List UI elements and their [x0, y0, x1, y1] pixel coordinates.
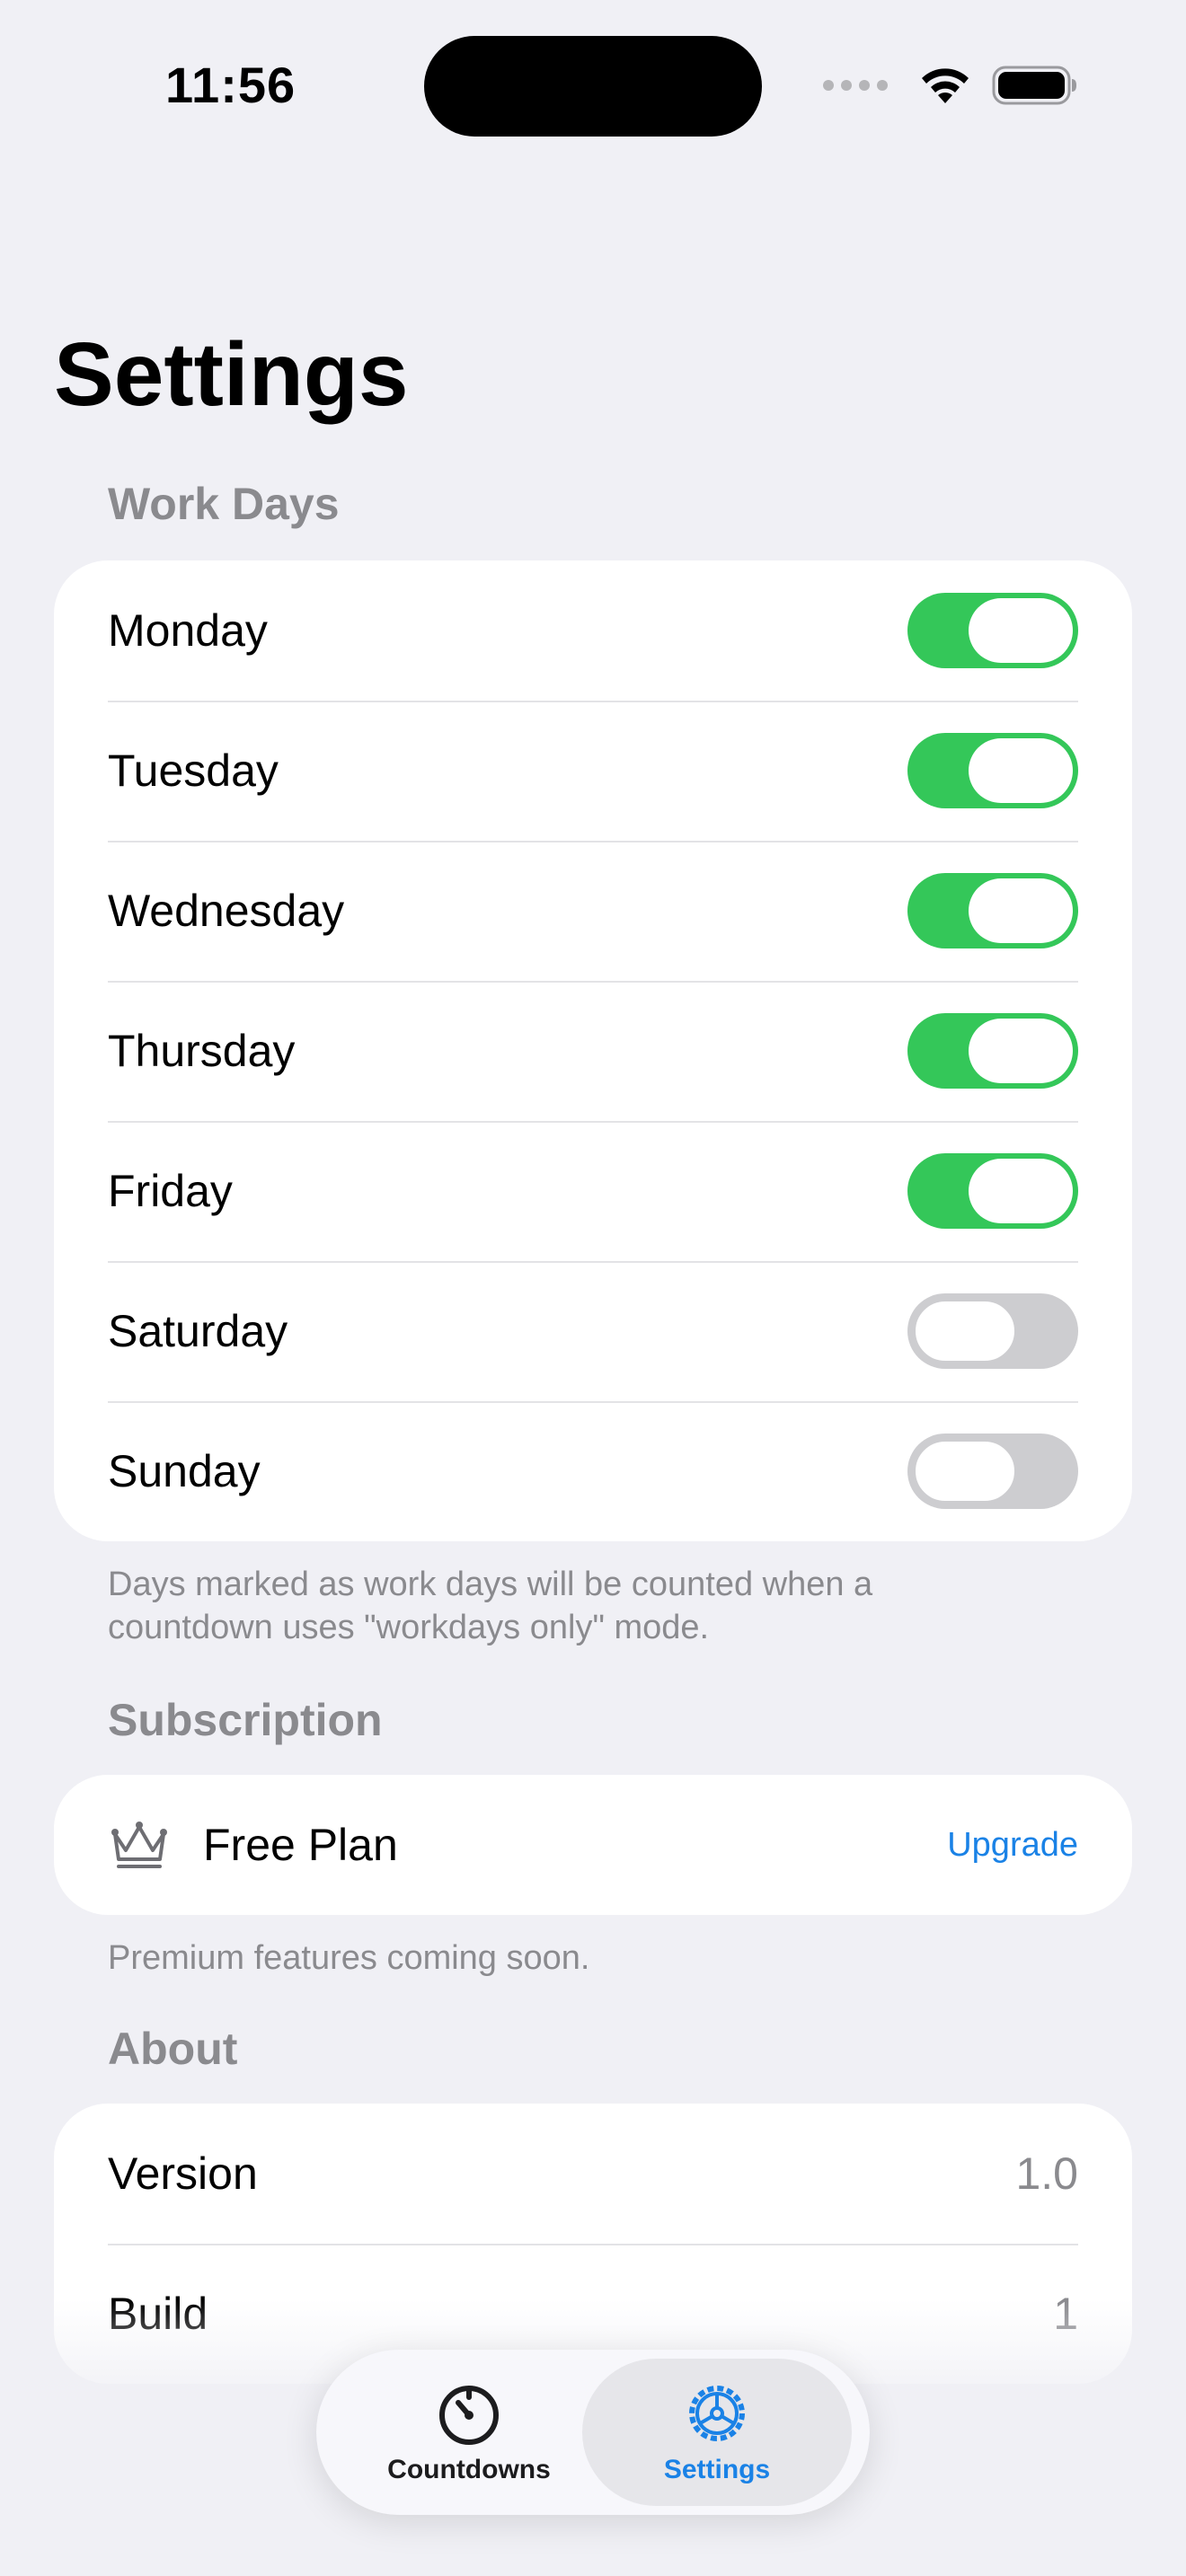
workday-label: Thursday — [108, 1026, 296, 1076]
sunday-toggle[interactable] — [907, 1434, 1078, 1509]
subscription-header: Subscription — [108, 1695, 383, 1745]
workday-label: Wednesday — [108, 886, 345, 936]
battery-icon — [992, 66, 1076, 105]
work-days-card: Monday Tuesday Wednesday Thursday Friday… — [54, 560, 1132, 1541]
monday-toggle[interactable] — [907, 593, 1078, 668]
tab-settings[interactable]: Settings — [582, 2359, 852, 2506]
crown-icon — [111, 1822, 167, 1868]
toggle-knob — [913, 1439, 1017, 1504]
toggle-knob — [969, 1019, 1073, 1083]
status-time: 11:56 — [165, 57, 296, 113]
version-value: 1.0 — [1015, 2148, 1078, 2199]
workday-row-monday: Monday — [54, 560, 1132, 701]
workday-row-tuesday: Tuesday — [54, 701, 1132, 841]
tab-bar: Countdowns Settings — [316, 2350, 870, 2515]
thursday-toggle[interactable] — [907, 1013, 1078, 1089]
toggle-knob — [969, 598, 1073, 663]
workday-row-thursday: Thursday — [54, 981, 1132, 1121]
upgrade-button[interactable]: Upgrade — [947, 1826, 1078, 1865]
plan-label: Free Plan — [203, 1820, 398, 1870]
toggle-knob — [969, 738, 1073, 803]
workday-label: Friday — [108, 1166, 233, 1216]
subscription-footnote: Premium features coming soon. — [108, 1939, 590, 1977]
workday-row-saturday: Saturday — [54, 1261, 1132, 1401]
workday-label: Monday — [108, 605, 268, 656]
tab-label: Countdowns — [387, 2455, 551, 2484]
toggle-knob — [969, 878, 1073, 943]
workday-row-friday: Friday — [54, 1121, 1132, 1261]
workday-label: Sunday — [108, 1446, 261, 1496]
workday-row-sunday: Sunday — [54, 1401, 1132, 1541]
page-title: Settings — [54, 324, 409, 425]
workday-label: Saturday — [108, 1306, 288, 1356]
work-days-header: Work Days — [108, 479, 340, 529]
toggle-knob — [969, 1159, 1073, 1223]
workday-label: Tuesday — [108, 745, 279, 796]
friday-toggle[interactable] — [907, 1153, 1078, 1229]
work-days-footnote: Days marked as work days will be counted… — [108, 1566, 873, 1646]
saturday-toggle[interactable] — [907, 1293, 1078, 1369]
tuesday-toggle[interactable] — [907, 733, 1078, 808]
wednesday-toggle[interactable] — [907, 873, 1078, 948]
subscription-card: Free Plan Upgrade — [54, 1775, 1132, 1915]
about-header: About — [108, 2024, 238, 2074]
cellular-signal-icon — [823, 80, 888, 91]
dynamic-island — [424, 36, 762, 137]
toggle-knob — [913, 1299, 1017, 1363]
tab-label: Settings — [663, 2455, 771, 2484]
wifi-icon — [922, 68, 969, 103]
version-row: Version 1.0 — [54, 2104, 1132, 2244]
subscription-row: Free Plan Upgrade — [54, 1775, 1132, 1915]
workday-row-wednesday: Wednesday — [54, 841, 1132, 981]
gear-icon — [689, 2386, 745, 2441]
status-icons — [823, 65, 1078, 106]
version-label: Version — [108, 2148, 258, 2199]
timer-icon — [439, 2386, 499, 2445]
tab-countdowns[interactable]: Countdowns — [334, 2359, 604, 2506]
